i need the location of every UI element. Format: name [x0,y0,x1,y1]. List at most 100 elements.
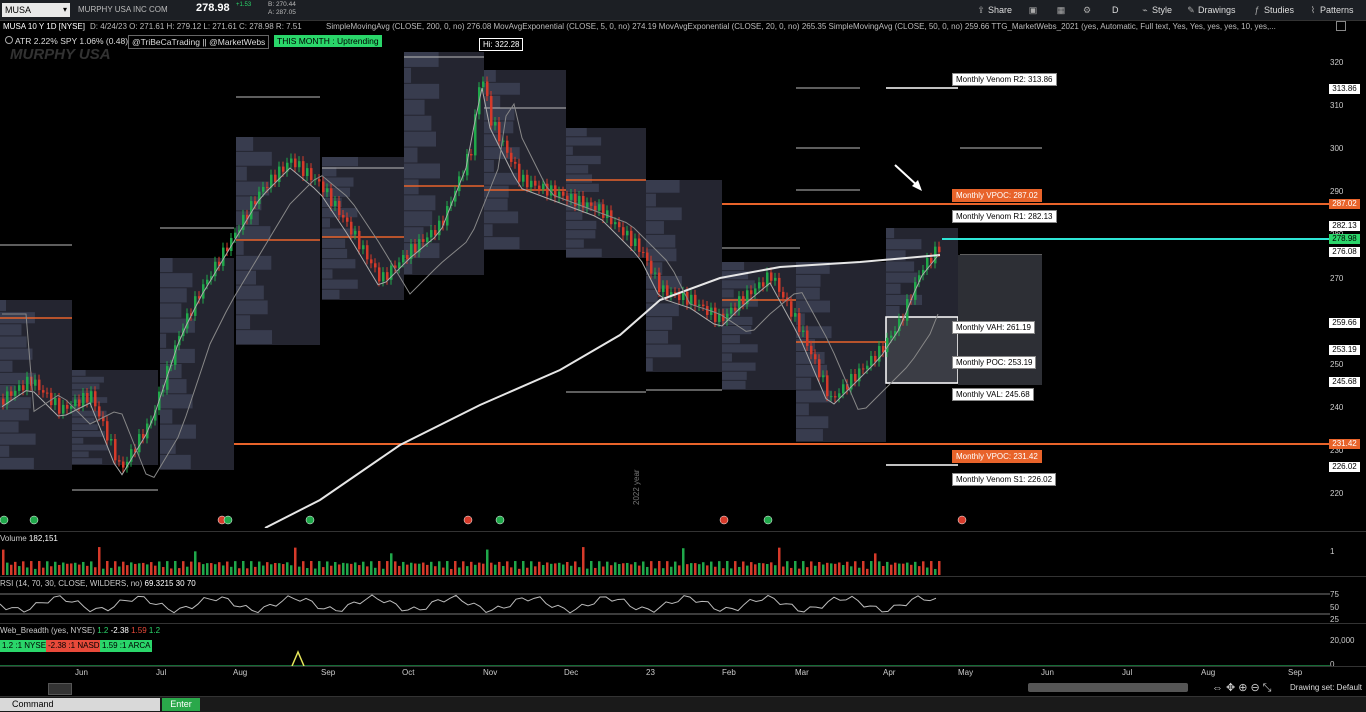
volume-bar [470,561,473,575]
volume-bar [310,561,313,575]
scrollbar-thumb[interactable] [1028,683,1188,692]
volume-bar [850,566,853,575]
calendar-button[interactable]: ▦ [1056,2,1068,18]
volume-bar [494,564,497,575]
volume-scale: 1 [1330,547,1335,556]
volume-bar [798,568,801,575]
resize-icon: ⤡ [1262,682,1275,694]
screenshot-button[interactable]: ▣ [1028,2,1040,18]
volume-bar [682,548,685,575]
x-tick: Aug [1201,668,1216,677]
axis-divider [0,666,1366,667]
profile-bar [646,330,669,344]
candle [750,290,753,295]
profile-bar [722,262,745,271]
zoom-in-icon: ⊕ [1238,682,1251,694]
volume-bar [538,561,541,575]
volume-bar [646,566,649,575]
x-tick: 23 [646,668,655,677]
volume-bar [38,561,41,575]
breadth-pane[interactable] [0,640,1330,668]
profile-bar [160,273,193,288]
candle [86,393,89,403]
price-tag: 282.13 [1329,221,1360,231]
profile-bar [72,424,98,431]
volume-bar [158,561,161,575]
profile-bar [566,248,602,257]
volume-bar [34,568,37,575]
candle [470,154,473,156]
volume-bar [938,561,941,575]
volume-pane[interactable] [0,543,1330,575]
drawings-button[interactable]: ✎ Drawings [1186,2,1235,18]
pane-divider[interactable] [0,623,1366,624]
volume-bar [226,561,229,575]
volume-bar [46,561,49,575]
volume-bar [102,568,105,575]
profile-bar [484,172,518,185]
candle [646,252,649,261]
price-tag: 287.02 [1329,199,1360,209]
timeframe-button[interactable]: D [1112,2,1119,18]
pane-divider[interactable] [0,576,1366,577]
enter-button[interactable]: Enter [162,698,200,711]
volume-bar [502,565,505,575]
chevron-down-icon[interactable]: ▾ [60,3,70,17]
candle [714,307,717,322]
settings-button[interactable]: ⚙ [1082,2,1094,18]
volume-bar [674,561,677,575]
rsi-scale-75: 75 [1330,590,1339,599]
rsi-label: RSI (14, 70, 30, CLOSE, WILDERS, no) 69.… [0,579,196,588]
volume-bar [62,562,65,575]
drawing-set-label[interactable]: Drawing set: Default [1290,683,1362,692]
scroll-left-button[interactable] [48,683,72,695]
volume-bar [702,562,705,575]
high-label: Hi: 322.28 [479,38,524,51]
profile-bar [160,318,195,333]
volume-bar [746,565,749,575]
volume-bar [790,567,793,575]
volume-bar [774,565,777,575]
zoom-controls[interactable]: ⇔✥⊕⊖⤡ [1212,681,1274,695]
volume-bar [814,565,817,575]
profile-bar [236,137,254,151]
candle [594,205,597,211]
candle [862,368,865,370]
volume-bar [678,565,681,575]
volume-bar [74,562,77,575]
profile-bar [566,211,583,220]
price-chart[interactable] [0,33,1330,528]
pencil-icon: ✎ [1187,5,1195,15]
volume-bar [786,561,789,575]
rsi-pane[interactable] [0,588,1330,622]
style-button[interactable]: ⌁ Style [1140,2,1172,18]
volume-bar [486,549,489,575]
volume-bar [114,561,117,575]
volume-bar [614,562,617,575]
volume-bar [142,562,145,575]
volume-bar [190,561,193,575]
breadth-scale-zero: 0 [1330,660,1335,669]
candle [694,294,697,306]
maximize-icon[interactable] [1336,21,1346,31]
x-tick: Aug [233,668,248,677]
y-tick: 310 [1330,101,1344,110]
command-input[interactable]: Command [0,698,160,711]
share-button[interactable]: ⇪ Share [976,2,1012,18]
candle [666,285,669,296]
calendar-icon: ▦ [1056,5,1066,15]
studies-button[interactable]: ƒ Studies [1252,2,1294,18]
volume-bar [918,566,921,575]
pane-divider[interactable] [0,531,1366,532]
volume-bar [782,566,785,575]
profile-bar [566,165,589,174]
profile-bar [236,226,271,240]
volume-bar [514,561,517,575]
candle [414,244,417,253]
candle [378,267,381,282]
patterns-button[interactable]: ⌇ Patterns [1308,2,1354,18]
volume-bar [490,562,493,575]
volume-bar [602,566,605,575]
candle [642,251,645,253]
volume-bar [130,562,133,575]
